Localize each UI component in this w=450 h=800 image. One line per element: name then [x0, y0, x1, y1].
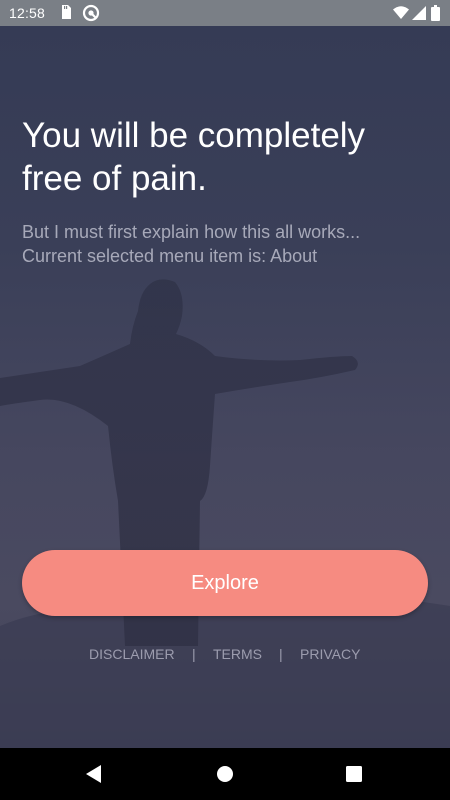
page-title: You will be completely free of pain. [22, 116, 366, 198]
home-icon[interactable] [213, 762, 237, 786]
subtitle-line-2: Current selected menu item is: About [22, 246, 318, 266]
status-time: 12:58 [9, 5, 46, 21]
battery-icon [431, 5, 440, 24]
explore-button[interactable]: Explore [22, 550, 428, 616]
back-icon[interactable] [82, 762, 106, 786]
recents-icon[interactable] [342, 762, 366, 786]
privacy-link[interactable]: PRIVACY [300, 646, 360, 662]
subtitle-line-1: But I must first explain how this all wo… [22, 222, 361, 242]
sd-card-icon [60, 4, 72, 23]
app-screen: 12:58 You will be completely free of pai… [0, 0, 450, 800]
footer-separator: | [279, 646, 283, 662]
terms-link[interactable]: TERMS [213, 646, 262, 662]
footer-separator: | [192, 646, 196, 662]
signal-icon [412, 6, 426, 23]
wifi-icon [393, 6, 409, 22]
page-subtitle: But I must first explain how this all wo… [22, 220, 360, 268]
navigation-bar [0, 748, 450, 800]
vpn-icon [82, 4, 100, 25]
status-bar: 12:58 [0, 0, 450, 26]
disclaimer-link[interactable]: DISCLAIMER [89, 646, 175, 662]
footer-links: DISCLAIMER | TERMS | PRIVACY [0, 646, 450, 666]
hero-background: You will be completely free of pain. But… [0, 26, 450, 748]
